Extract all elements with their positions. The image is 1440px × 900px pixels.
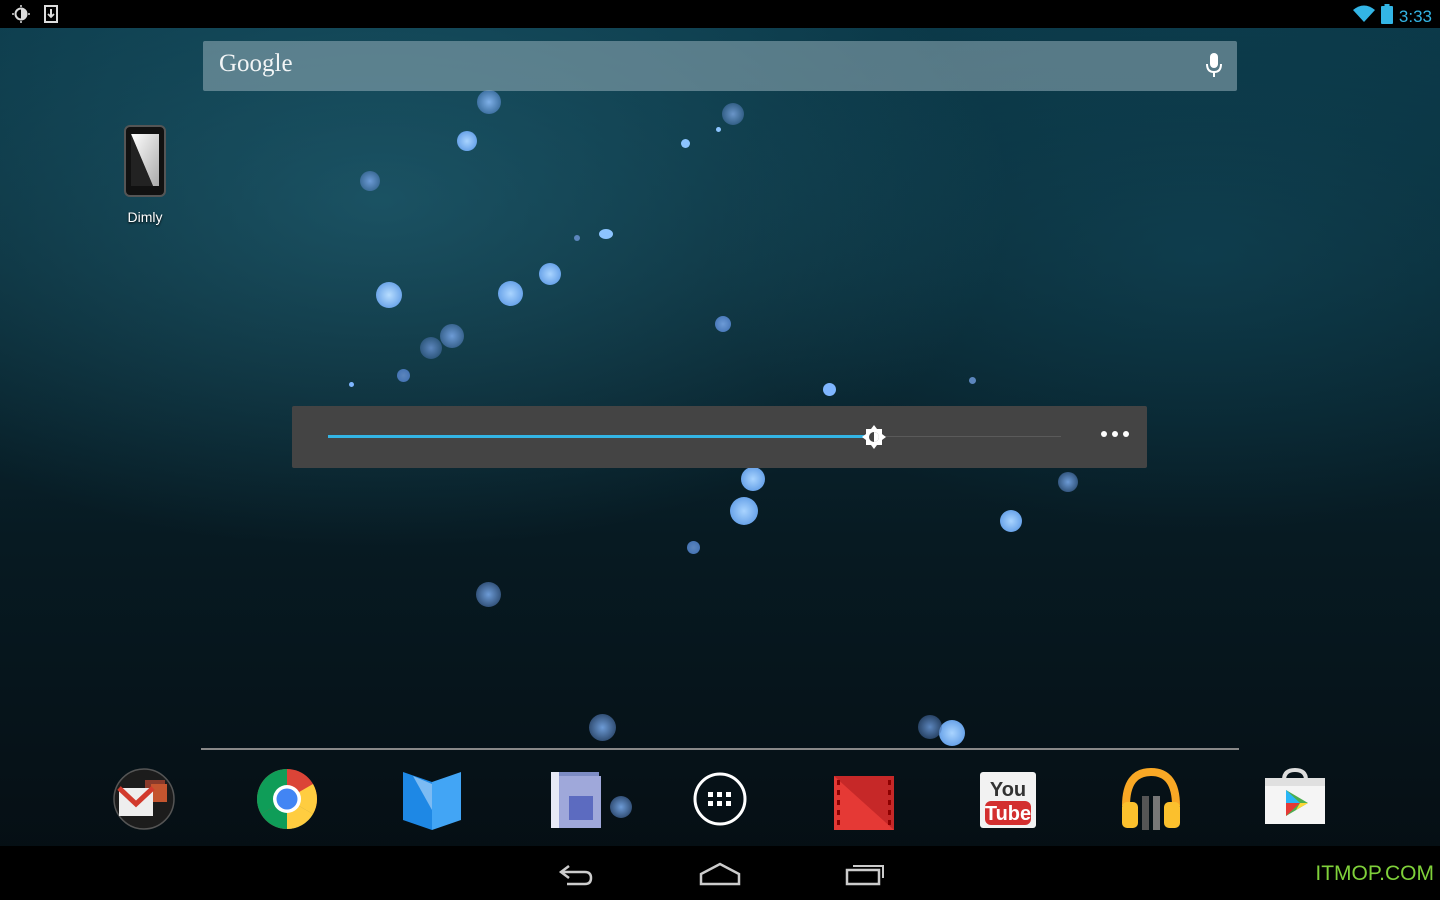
wallpaper-bubble: [918, 715, 942, 739]
brightness-slider-thumb[interactable]: [862, 425, 886, 449]
wallpaper-bubble: [420, 337, 442, 359]
wallpaper-bubble: [574, 235, 580, 241]
wallpaper-bubble: [360, 171, 380, 191]
google-logo[interactable]: Google: [219, 50, 293, 78]
youtube-icon[interactable]: You Tube: [975, 766, 1041, 832]
wifi-icon: [1352, 5, 1375, 28]
wallpaper-bubble: [823, 383, 836, 396]
wallpaper-bubble: [716, 127, 721, 132]
gmail-folder-icon[interactable]: [111, 766, 177, 832]
wallpaper-bubble: [476, 582, 501, 607]
dock-divider: [201, 748, 1239, 750]
wallpaper-bubble: [715, 316, 731, 332]
wallpaper-bubble: [498, 281, 523, 306]
wallpaper-bubble: [477, 90, 501, 114]
clock: 3:33: [1398, 6, 1432, 26]
home-icon[interactable]: [699, 858, 741, 888]
app-drawer-icon[interactable]: [687, 766, 753, 832]
wallpaper-bubble: [722, 103, 744, 125]
more-icon[interactable]: [1101, 431, 1129, 437]
wallpaper-bubble: [1000, 510, 1022, 532]
brightness-widget: [292, 406, 1147, 468]
play-movies-icon[interactable]: [831, 766, 897, 832]
recents-icon[interactable]: [845, 858, 885, 888]
play-books-icon[interactable]: [399, 766, 465, 832]
home-screen: { "status_bar": { "left_icons": ["bright…: [0, 0, 1440, 900]
wallpaper-bubble: [610, 796, 632, 818]
wallpaper-bubble: [969, 377, 976, 384]
play-music-icon[interactable]: [1118, 766, 1184, 832]
magazines-icon[interactable]: [545, 766, 611, 832]
download-icon: [44, 5, 58, 28]
wallpaper-bubble: [1058, 472, 1078, 492]
wallpaper-bubble: [599, 229, 613, 239]
play-store-icon[interactable]: [1262, 766, 1328, 832]
dimly-shortcut[interactable]: Dimly: [116, 124, 174, 225]
wallpaper-bubble: [741, 467, 765, 491]
status-bar: 3:33: [0, 0, 1440, 28]
wallpaper-bubble: [681, 139, 690, 148]
youtube-text-bottom: Tube: [985, 803, 1031, 825]
wallpaper-bubble: [939, 720, 965, 746]
dimly-app-icon[interactable]: [123, 125, 167, 202]
wallpaper-bubble: [539, 263, 561, 285]
wallpaper-bubble: [376, 282, 402, 308]
brightness-track-fill: [328, 435, 874, 438]
battery-icon: [1380, 4, 1393, 29]
watermark: ITMOP.COM: [1315, 862, 1434, 885]
wallpaper-bubble: [457, 131, 477, 151]
brightness-icon: [12, 5, 30, 28]
back-icon[interactable]: [555, 858, 595, 888]
wallpaper-bubble: [349, 382, 354, 387]
wallpaper-bubble: [440, 324, 464, 348]
navigation-bar: [0, 846, 1440, 900]
chrome-icon[interactable]: [254, 766, 320, 832]
wallpaper-bubble: [730, 497, 758, 525]
youtube-text-top: You: [990, 779, 1026, 801]
wallpaper-bubble: [589, 714, 616, 741]
dimly-label: Dimly: [127, 209, 163, 225]
google-search-bar[interactable]: Google: [203, 41, 1237, 91]
wallpaper-bubble: [687, 541, 700, 554]
wallpaper-bubble: [397, 369, 410, 382]
microphone-icon[interactable]: [1205, 52, 1223, 85]
